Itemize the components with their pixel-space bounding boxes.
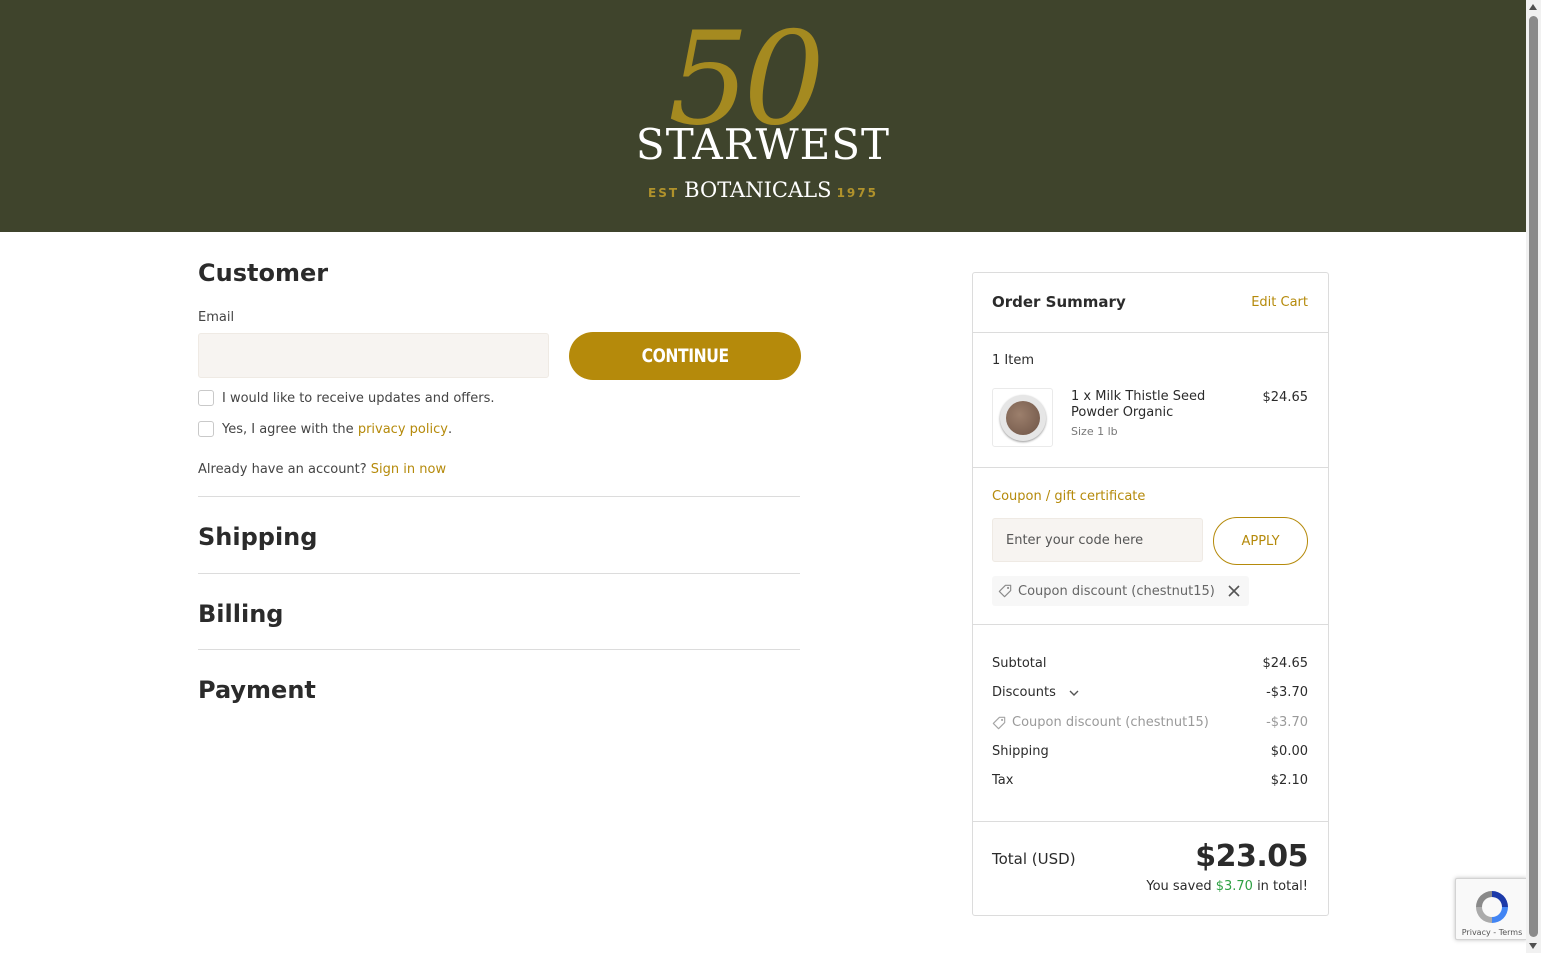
recaptcha-badge[interactable]: Privacy - Terms bbox=[1455, 878, 1527, 940]
updates-label: I would like to receive updates and offe… bbox=[222, 390, 495, 406]
customer-heading: Customer bbox=[198, 259, 329, 287]
site-header: 50 STARWEST EST BOTANICALS 1975 bbox=[0, 0, 1526, 232]
tag-icon bbox=[992, 716, 1006, 729]
coupon-discount-label-group: Coupon discount (chestnut15) bbox=[992, 715, 1209, 730]
divider bbox=[973, 624, 1328, 625]
subtotal-label: Subtotal bbox=[992, 656, 1047, 671]
product-name: 1 x Milk Thistle Seed Powder Organic bbox=[1071, 389, 1206, 420]
discounts-toggle[interactable]: Discounts bbox=[992, 685, 1080, 700]
email-field[interactable] bbox=[198, 333, 549, 378]
total-label: Total (USD) bbox=[992, 850, 1076, 868]
total-value: $23.05 bbox=[1195, 839, 1308, 874]
product-price: $24.65 bbox=[1262, 390, 1309, 405]
item-count: 1 Item bbox=[992, 353, 1034, 368]
divider bbox=[198, 573, 800, 574]
savings-prefix: You saved bbox=[1146, 879, 1216, 894]
logo-botanicals: BOTANICALS bbox=[684, 178, 832, 202]
edit-cart-link[interactable]: Edit Cart bbox=[1251, 295, 1308, 310]
shipping-row: Shipping $0.00 bbox=[992, 744, 1308, 759]
privacy-suffix: . bbox=[447, 421, 453, 437]
shipping-heading[interactable]: Shipping bbox=[198, 523, 317, 551]
close-icon[interactable] bbox=[1227, 584, 1241, 598]
updates-option: I would like to receive updates and offe… bbox=[198, 390, 495, 406]
continue-button-label: CONTINUE bbox=[641, 345, 729, 367]
sign-in-link[interactable]: Sign in now bbox=[371, 462, 446, 477]
subtotal-value: $24.65 bbox=[1262, 656, 1309, 671]
updates-checkbox[interactable] bbox=[198, 390, 214, 406]
page-scrollbar[interactable] bbox=[1526, 0, 1541, 953]
tax-label: Tax bbox=[992, 773, 1014, 788]
product-powder bbox=[1006, 401, 1040, 435]
order-summary-title: Order Summary bbox=[992, 293, 1126, 311]
divider bbox=[973, 821, 1328, 822]
logo-wordmark: STARWEST bbox=[635, 120, 891, 169]
coupon-discount-row: Coupon discount (chestnut15) -$3.70 bbox=[992, 715, 1308, 730]
scroll-thumb[interactable] bbox=[1529, 16, 1538, 937]
tag-icon bbox=[998, 584, 1012, 598]
shipping-label: Shipping bbox=[992, 744, 1049, 759]
logo-est: EST bbox=[648, 186, 680, 200]
discounts-label: Discounts bbox=[992, 685, 1056, 700]
starwest-logo[interactable]: 50 STARWEST EST BOTANICALS 1975 bbox=[632, 16, 894, 208]
savings-note: You saved $3.70 in total! bbox=[1146, 879, 1308, 894]
discounts-value: -$3.70 bbox=[1266, 685, 1308, 700]
savings-amount: $3.70 bbox=[1215, 879, 1253, 894]
coupon-discount-label: Coupon discount (chestnut15) bbox=[1012, 715, 1209, 730]
subtotal-row: Subtotal $24.65 bbox=[992, 656, 1308, 671]
logo-subline: EST BOTANICALS 1975 bbox=[632, 180, 894, 201]
tax-value: $2.10 bbox=[1270, 773, 1308, 788]
shipping-value: $0.00 bbox=[1270, 744, 1308, 759]
privacy-label: Yes, I agree with the bbox=[222, 421, 358, 437]
logo-year: 1975 bbox=[836, 186, 878, 200]
scroll-up-arrow[interactable] bbox=[1529, 4, 1537, 10]
product-size: Size 1 lb bbox=[1071, 425, 1118, 438]
privacy-checkbox[interactable] bbox=[198, 421, 214, 437]
divider bbox=[198, 649, 800, 650]
product-bowl bbox=[1000, 395, 1046, 441]
scroll-down-arrow[interactable] bbox=[1529, 943, 1537, 949]
email-label: Email bbox=[198, 310, 235, 325]
product-image bbox=[992, 388, 1053, 447]
recaptcha-icon bbox=[1476, 891, 1508, 923]
savings-suffix: in total! bbox=[1252, 879, 1308, 894]
coupon-toggle-link[interactable]: Coupon / gift certificate bbox=[992, 489, 1145, 504]
tax-row: Tax $2.10 bbox=[992, 773, 1308, 788]
account-prompt-text: Already have an account? bbox=[198, 462, 371, 477]
billing-heading[interactable]: Billing bbox=[198, 600, 283, 628]
privacy-option: Yes, I agree with the privacy policy. bbox=[198, 421, 452, 437]
coupon-code-input[interactable] bbox=[992, 518, 1203, 562]
chevron-down-icon[interactable] bbox=[1068, 687, 1080, 699]
coupon-discount-value: -$3.70 bbox=[1266, 715, 1308, 730]
recaptcha-footer[interactable]: Privacy - Terms bbox=[1456, 928, 1528, 937]
divider bbox=[973, 332, 1328, 333]
applied-coupon-chip: Coupon discount (chestnut15) bbox=[992, 576, 1249, 606]
payment-heading[interactable]: Payment bbox=[198, 676, 316, 704]
continue-button[interactable]: CONTINUE bbox=[569, 332, 801, 380]
discounts-row: Discounts -$3.70 bbox=[992, 685, 1308, 700]
apply-coupon-button[interactable]: APPLY bbox=[1213, 517, 1308, 565]
privacy-policy-link[interactable]: privacy policy bbox=[358, 422, 448, 437]
sign-in-prompt: Already have an account? Sign in now bbox=[198, 462, 446, 477]
order-summary: Order Summary Edit Cart 1 Item 1 x Milk … bbox=[972, 272, 1329, 916]
applied-coupon-label: Coupon discount (chestnut15) bbox=[1018, 583, 1215, 599]
divider bbox=[973, 467, 1328, 468]
divider bbox=[198, 496, 800, 497]
